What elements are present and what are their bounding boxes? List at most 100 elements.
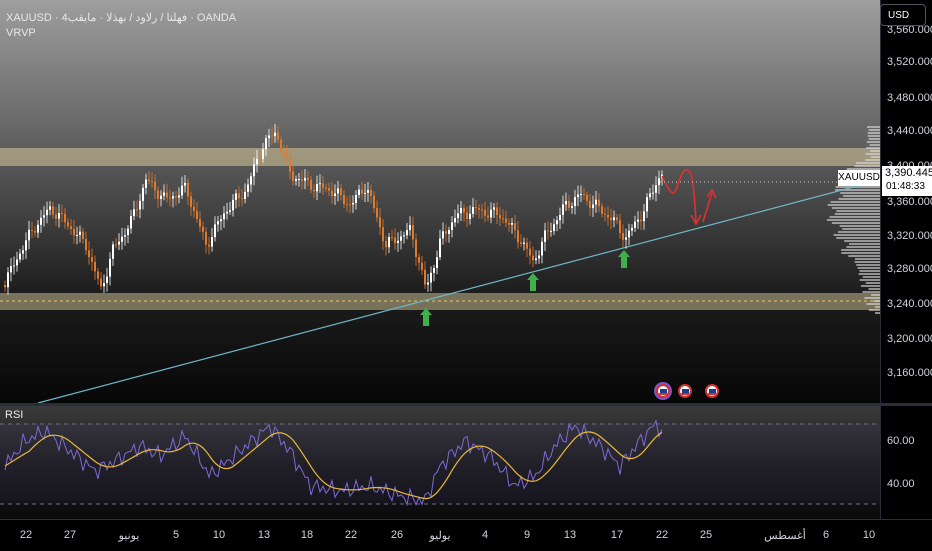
candle-body	[301, 178, 303, 181]
candle-body	[292, 171, 294, 181]
candle-body	[430, 272, 432, 283]
candle-body	[319, 183, 321, 185]
candle-body	[607, 214, 609, 218]
candle-body	[514, 223, 516, 231]
candle-body	[382, 227, 384, 242]
time-label: 18	[300, 529, 314, 541]
main-chart-pane[interactable]: XAUUSD · فهلتا / رلاود / بهذلا · مايقب4 …	[0, 0, 880, 403]
candle-body	[412, 225, 414, 240]
candle-body	[472, 207, 474, 214]
candle-body	[640, 219, 642, 222]
time-axis[interactable]: 22 27 يونيو 5 10 13 18 22 26 يوليو 4 9 1…	[0, 519, 932, 551]
candle-body	[220, 219, 222, 222]
candle-body	[553, 224, 555, 231]
candle-body	[295, 179, 297, 181]
candle-body	[187, 182, 189, 197]
time-label: 10	[212, 529, 226, 541]
symbol-title[interactable]: XAUUSD · فهلتا / رلاود / بهذلا · مايقب4 …	[6, 11, 236, 24]
candle-body	[4, 285, 6, 288]
candle-body	[529, 248, 531, 256]
candle-body	[352, 203, 354, 205]
rsi-axis[interactable]: 60.00 40.00	[880, 406, 932, 519]
candle-body	[565, 200, 567, 205]
candle-body	[46, 209, 48, 216]
candle-body	[613, 217, 615, 221]
candle-body	[175, 196, 177, 198]
candle-body	[340, 188, 342, 196]
volume-profile-bar	[864, 297, 880, 299]
volume-profile-bar	[830, 201, 880, 203]
price-chart[interactable]	[0, 0, 880, 403]
current-price-value: 3,390.445	[885, 167, 932, 179]
candle-body	[541, 241, 543, 256]
rsi-title[interactable]: RSI	[5, 409, 23, 421]
candle-body	[400, 236, 402, 241]
us-event-flag-icon[interactable]	[656, 384, 670, 398]
volume-profile-bar	[846, 246, 880, 248]
rsi-pane[interactable]: RSI	[0, 406, 880, 519]
candle-body	[160, 195, 162, 199]
candle-body	[388, 237, 390, 248]
volume-profile-bar	[866, 303, 880, 305]
us-event-flag-icon[interactable]	[678, 384, 692, 398]
candle-body	[283, 151, 285, 154]
volume-profile-bar	[856, 162, 880, 164]
candle-body	[274, 132, 276, 137]
candle-body	[226, 211, 228, 214]
candle-body	[394, 237, 396, 244]
candle-body	[361, 189, 363, 194]
candle-body	[196, 210, 198, 220]
price-axis[interactable]: 3,560.000 3,520.000 3,480.000 3,440.000 …	[880, 0, 932, 403]
buy-arrow-icon[interactable]	[420, 308, 432, 326]
volume-profile-bar	[831, 207, 880, 209]
price-label: 3,240.000	[887, 298, 932, 310]
candle-body	[526, 242, 528, 249]
rsi-chart[interactable]	[0, 406, 880, 519]
candle-body	[241, 198, 243, 200]
volume-profile-bar	[842, 228, 880, 230]
time-label: يونيو	[118, 530, 140, 542]
candle-body	[79, 231, 81, 236]
candle-body	[547, 230, 549, 232]
candle-body	[481, 209, 483, 211]
indicator-vrvp-label[interactable]: VRVP	[6, 27, 36, 39]
volume-profile-bar	[860, 285, 880, 287]
candle-body	[106, 276, 108, 284]
candle-body	[562, 204, 564, 215]
volume-profile-bar	[836, 237, 880, 239]
projected-path[interactable]	[661, 168, 697, 223]
current-price-tag: 3,390.445 01:48:33	[882, 166, 932, 196]
candle-body	[442, 231, 444, 239]
candle-body	[313, 189, 315, 192]
time-label: 25	[699, 529, 713, 541]
time-label: 9	[523, 529, 531, 541]
buy-arrow-icon[interactable]	[618, 250, 630, 268]
volume-profile-bar	[833, 234, 880, 236]
candle-body	[31, 229, 33, 231]
candle-body	[448, 229, 450, 234]
resistance-zone[interactable]	[0, 148, 880, 166]
candle-body	[580, 194, 582, 196]
candle-body	[307, 177, 309, 180]
buy-arrow-icon[interactable]	[527, 273, 539, 291]
candle-body	[568, 200, 570, 208]
candle-body	[439, 238, 441, 258]
candle-body	[406, 230, 408, 236]
currency-button[interactable]: USD	[880, 4, 926, 26]
us-event-flag-icon[interactable]	[705, 384, 719, 398]
candle-body	[616, 217, 618, 221]
candle-body	[10, 266, 12, 273]
candle-body	[232, 199, 234, 211]
candle-body	[424, 269, 426, 285]
volume-profile-bar	[859, 270, 880, 272]
time-label: 10	[862, 529, 876, 541]
candle-body	[493, 207, 495, 210]
candle-body	[652, 192, 654, 194]
candle-body	[22, 250, 24, 254]
time-label: 22	[344, 529, 358, 541]
volume-profile-bar	[831, 222, 880, 224]
volume-profile-bar	[862, 291, 880, 293]
volume-profile-bar	[858, 273, 880, 275]
time-label: 13	[257, 529, 271, 541]
volume-profile-bar	[849, 243, 880, 245]
